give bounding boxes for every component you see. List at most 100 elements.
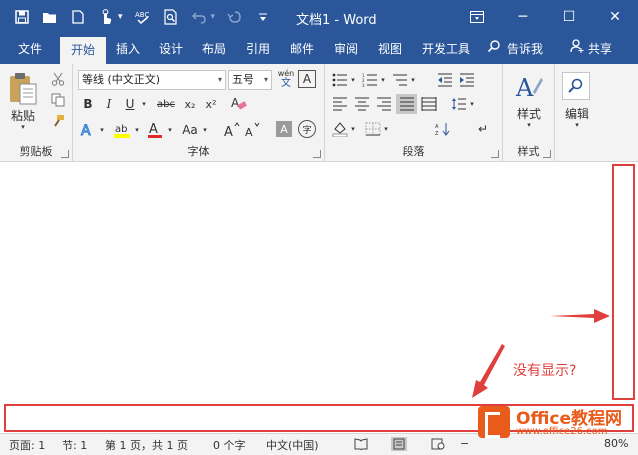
ribbon-display-options-icon[interactable] — [454, 0, 500, 34]
save-icon[interactable] — [14, 9, 30, 25]
justify-icon[interactable] — [396, 94, 417, 114]
status-pages[interactable]: 第 1 页，共 1 页 — [105, 437, 188, 453]
underline-button[interactable]: U — [121, 95, 139, 113]
document-area[interactable] — [0, 162, 638, 433]
font-size-combo[interactable]: 五号 ▾ — [228, 70, 272, 90]
format-painter-icon[interactable] — [49, 112, 67, 130]
clipboard-launcher-icon[interactable] — [61, 150, 69, 158]
character-border-button[interactable]: A — [298, 70, 316, 88]
styles-gallery-icon[interactable]: A — [514, 70, 544, 104]
numbering-dropdown-icon[interactable]: ▾ — [379, 71, 387, 89]
borders-dropdown-icon[interactable]: ▾ — [382, 120, 390, 138]
font-name-combo[interactable]: 等线 (中文正文) ▾ — [78, 70, 226, 90]
zoom-out-icon[interactable]: − — [460, 437, 469, 450]
align-left-icon[interactable] — [330, 95, 350, 113]
tab-mailings[interactable]: 邮件 — [282, 34, 322, 64]
change-case-dropdown-icon[interactable]: ▾ — [200, 120, 210, 140]
borders-icon[interactable] — [363, 120, 383, 138]
align-right-icon[interactable] — [374, 95, 394, 113]
tab-layout[interactable]: 布局 — [194, 34, 234, 64]
paste-button[interactable]: 粘贴 — [8, 108, 38, 123]
bold-button[interactable]: B — [79, 95, 97, 113]
editing-dropdown-icon[interactable]: ▾ — [572, 120, 582, 130]
font-name-dropdown-icon[interactable]: ▾ — [218, 71, 222, 89]
web-layout-icon[interactable] — [430, 437, 446, 451]
shrink-font-icon[interactable]: A — [244, 120, 262, 140]
share-button[interactable]: 共享 — [570, 34, 612, 64]
touch-mode-icon[interactable] — [98, 9, 114, 25]
copy-icon[interactable] — [49, 91, 67, 109]
status-section[interactable]: 节: 1 — [62, 437, 87, 453]
new-document-icon[interactable] — [70, 9, 86, 25]
highlight-color-icon[interactable]: ab — [111, 119, 133, 141]
close-button[interactable]: ✕ — [592, 0, 638, 34]
multilevel-dropdown-icon[interactable]: ▾ — [409, 71, 417, 89]
cut-icon[interactable] — [49, 70, 67, 88]
editing-button[interactable]: 编辑 — [559, 106, 595, 121]
sort-icon[interactable]: AZ — [433, 120, 453, 138]
tell-me-search[interactable]: 告诉我 — [487, 34, 543, 64]
styles-button[interactable]: 样式 — [509, 106, 549, 121]
paragraph-launcher-icon[interactable] — [491, 150, 499, 158]
clear-formatting-icon[interactable]: A — [228, 93, 250, 113]
status-language[interactable]: 中文(中国) — [266, 437, 319, 453]
grow-font-icon[interactable]: A — [223, 120, 241, 140]
font-launcher-icon[interactable] — [313, 150, 321, 158]
bullets-icon[interactable] — [330, 71, 350, 89]
tab-view[interactable]: 视图 — [370, 34, 410, 64]
tab-home[interactable]: 开始 — [60, 37, 106, 64]
strikethrough-button[interactable]: abc — [154, 95, 178, 113]
italic-button[interactable]: I — [100, 95, 118, 113]
bullets-dropdown-icon[interactable]: ▾ — [349, 71, 357, 89]
change-case-button[interactable]: Aa — [179, 120, 201, 140]
tab-design[interactable]: 设计 — [151, 34, 191, 64]
tab-file[interactable]: 文件 — [6, 34, 54, 64]
paste-dropdown-icon[interactable]: ▾ — [18, 122, 28, 132]
minimize-button[interactable]: ─ — [500, 0, 546, 34]
customize-qat-icon[interactable] — [255, 9, 271, 25]
styles-launcher-icon[interactable] — [543, 150, 551, 158]
character-shading-button[interactable]: A — [276, 121, 292, 137]
decrease-indent-icon[interactable] — [435, 71, 455, 89]
shading-dropdown-icon[interactable]: ▾ — [349, 120, 357, 138]
print-layout-icon[interactable] — [391, 437, 407, 451]
maximize-button[interactable]: ☐ — [546, 0, 592, 34]
spelling-check-icon[interactable]: ABC — [135, 9, 151, 25]
font-color-dropdown-icon[interactable]: ▾ — [165, 120, 175, 140]
multilevel-list-icon[interactable] — [390, 71, 410, 89]
increase-indent-icon[interactable] — [457, 71, 477, 89]
undo-dropdown-icon[interactable]: ▾ — [211, 12, 216, 22]
distributed-icon[interactable] — [419, 95, 439, 113]
paste-icon[interactable] — [6, 70, 40, 106]
status-word-count[interactable]: 0 个字 — [213, 437, 246, 453]
tab-developer[interactable]: 开发工具 — [414, 34, 478, 64]
font-color-icon[interactable]: A — [145, 119, 165, 141]
underline-dropdown-icon[interactable]: ▾ — [139, 95, 149, 113]
tab-review[interactable]: 审阅 — [326, 34, 366, 64]
phonetic-guide-button[interactable]: wén 文 — [276, 68, 296, 90]
print-preview-icon[interactable] — [163, 9, 179, 25]
text-effects-dropdown-icon[interactable]: ▾ — [97, 120, 107, 140]
line-spacing-dropdown-icon[interactable]: ▾ — [468, 95, 476, 113]
show-formatting-marks-icon[interactable]: ↵ — [473, 120, 493, 138]
font-size-dropdown-icon[interactable]: ▾ — [264, 71, 268, 89]
enclose-characters-button[interactable]: 字 — [298, 120, 316, 138]
line-spacing-icon[interactable] — [449, 95, 469, 113]
numbering-icon[interactable]: 123 — [360, 71, 380, 89]
read-mode-icon[interactable] — [353, 437, 369, 451]
open-icon[interactable] — [42, 9, 58, 25]
find-search-icon[interactable] — [562, 72, 590, 100]
styles-dropdown-icon[interactable]: ▾ — [524, 120, 534, 130]
shading-icon[interactable] — [330, 119, 350, 139]
tab-insert[interactable]: 插入 — [108, 34, 148, 64]
subscript-button[interactable]: x₂ — [181, 95, 199, 113]
undo-icon[interactable] — [191, 9, 207, 25]
highlight-dropdown-icon[interactable]: ▾ — [132, 120, 142, 140]
text-effects-icon[interactable]: A — [79, 120, 97, 140]
align-center-icon[interactable] — [352, 95, 372, 113]
tab-references[interactable]: 引用 — [238, 34, 278, 64]
superscript-button[interactable]: x² — [202, 95, 220, 113]
status-page[interactable]: 页面: 1 — [9, 437, 45, 453]
redo-icon[interactable] — [227, 9, 243, 25]
touch-dropdown-icon[interactable]: ▾ — [118, 12, 123, 22]
